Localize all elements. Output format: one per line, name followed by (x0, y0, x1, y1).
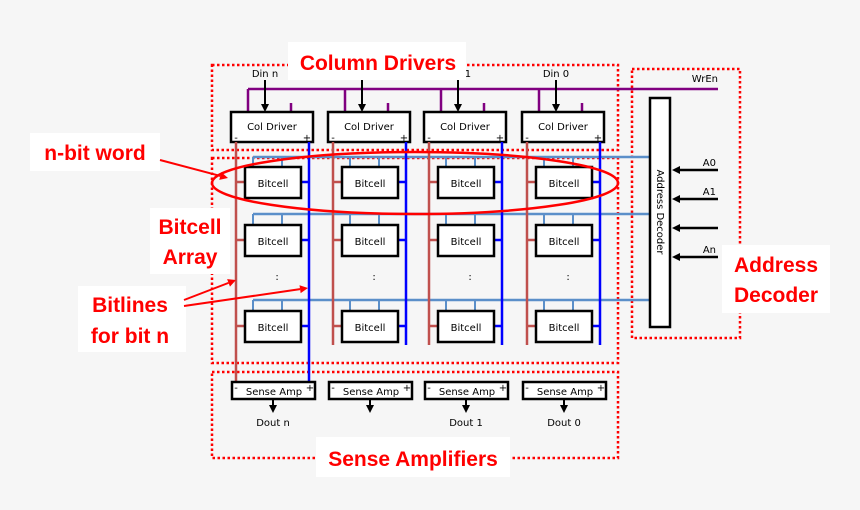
col-driver-label: Col Driver (247, 122, 298, 133)
dout-arrow (366, 399, 374, 413)
col-driver-label: Col Driver (538, 122, 589, 133)
sense-amplifiers-title: Sense Amplifiers (328, 448, 498, 471)
plus-terminal: + (306, 383, 314, 394)
dout-label: Dout n (256, 418, 290, 429)
address-input-label: An (703, 245, 716, 256)
dout-arrow (462, 399, 470, 413)
row-ellipsis: : (566, 272, 569, 283)
dout-label: Dout 1 (449, 418, 483, 429)
dout-arrow-head (269, 405, 277, 413)
address-decoder-label: Address Decoder (654, 169, 665, 255)
write-enable-label: WrEn (692, 74, 718, 85)
col-driver-label: Col Driver (344, 122, 395, 133)
dout-arrow-head (366, 405, 374, 413)
address-input-arrow-head (672, 166, 680, 174)
address-decoder-callout-line2: Decoder (734, 284, 818, 307)
bitcell-label: Bitcell (355, 237, 386, 248)
n-bit-word-callout: n-bit word (44, 142, 145, 165)
plus-terminal: + (597, 383, 605, 394)
row-ellipsis: : (275, 272, 278, 283)
address-input-label: A0 (703, 158, 716, 169)
col-driver-label: Col Driver (440, 122, 491, 133)
dout-arrow-head (560, 405, 568, 413)
bitcell-label: Bitcell (355, 179, 386, 190)
din-arrow (358, 80, 366, 112)
row-ellipsis: : (468, 272, 471, 283)
bitcell-label: Bitcell (355, 323, 386, 334)
minus-terminal: - (427, 383, 431, 394)
bitlines-callout-line2: for bit n (91, 325, 169, 348)
plus-terminal: + (499, 383, 507, 394)
dout-arrow-head (462, 405, 470, 413)
bitcell-label: Bitcell (451, 237, 482, 248)
bitcell-label: Bitcell (258, 237, 289, 248)
bitcell-label: Bitcell (451, 323, 482, 334)
address-input-arrow-head (672, 195, 680, 203)
bitcell-label: Bitcell (549, 237, 580, 248)
din-arrow (552, 80, 560, 112)
bitline-bar-pointer-shaft (183, 281, 229, 301)
bitcell-array-callout-line1: Bitcell (158, 216, 221, 239)
bitline-bar-pointer (183, 279, 236, 301)
address-input-arrow-head (672, 224, 680, 232)
address-input-arrow-head (672, 253, 680, 261)
bitlines-callout-line1: Bitlines (92, 294, 168, 317)
address-decoder-callout-line1: Address (734, 254, 818, 277)
row-ellipsis: : (372, 272, 375, 283)
sram-architecture-diagram: WrEn Din n Col Driver - + Bitcell Bitcell Bitce… (0, 0, 860, 510)
bitcell-label: Bitcell (451, 179, 482, 190)
minus-terminal: - (331, 383, 335, 394)
dout-arrow (269, 399, 277, 413)
bitcell-label: Bitcell (549, 323, 580, 334)
address-input-arrow (672, 224, 718, 232)
sense-amp-label: Sense Amp (246, 387, 302, 398)
minus-terminal: - (525, 383, 529, 394)
diagram-canvas: WrEn Din n Col Driver - + Bitcell Bitcell Bitce… (30, 42, 830, 477)
dout-label: Dout 0 (547, 418, 581, 429)
minus-terminal: - (234, 383, 238, 394)
bitline-pointer-head (299, 285, 308, 294)
column-drivers-title: Column Drivers (300, 52, 456, 75)
bitcell-array-callout-line2: Array (163, 246, 218, 269)
din-arrow (261, 80, 269, 112)
plus-terminal: + (403, 383, 411, 394)
address-input-label: A1 (703, 187, 716, 198)
bitline-pointer (183, 285, 308, 307)
sense-amp-label: Sense Amp (439, 387, 495, 398)
bitcell-label: Bitcell (258, 179, 289, 190)
din-arrow (454, 80, 462, 112)
sense-amp-label: Sense Amp (537, 387, 593, 398)
din-label: Din 0 (543, 69, 569, 80)
bitcell-label: Bitcell (549, 179, 580, 190)
bitcell-label: Bitcell (258, 323, 289, 334)
sense-amp-label: Sense Amp (343, 387, 399, 398)
din-label: Din n (252, 69, 278, 80)
dout-arrow (560, 399, 568, 413)
